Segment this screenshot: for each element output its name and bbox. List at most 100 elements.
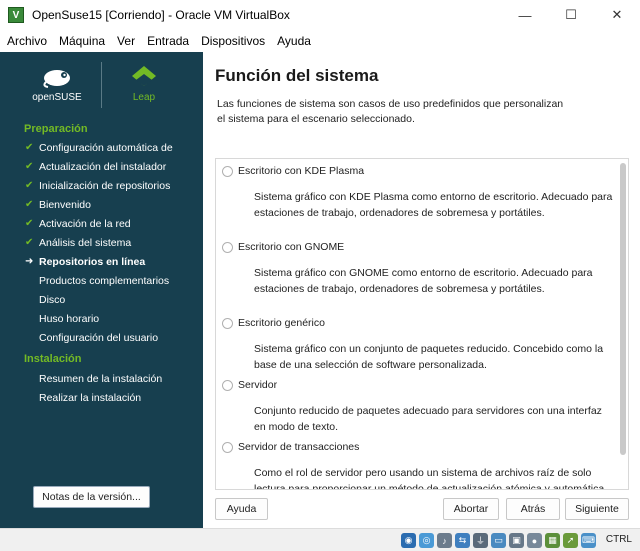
- step-item: Productos complementarios: [0, 271, 203, 290]
- menubar: Archivo Máquina Ver Entrada Dispositivos…: [0, 30, 640, 52]
- host-key-label: CTRL: [605, 534, 632, 545]
- main-panel: Función del sistema Las funciones de sis…: [203, 52, 640, 528]
- role-option[interactable]: Servidor Conjunto reducido de paquetes a…: [222, 377, 612, 435]
- arrow-right-icon: ➜: [25, 256, 34, 267]
- step-item: ✔ Actualización del instalador: [0, 157, 203, 176]
- release-notes-button[interactable]: Notas de la versión...: [33, 486, 150, 508]
- maximize-button[interactable]: ☐: [548, 0, 594, 30]
- step-item: ✔ Análisis del sistema: [0, 233, 203, 252]
- network-icon[interactable]: ⇆: [455, 533, 470, 548]
- check-icon: ✔: [25, 237, 34, 248]
- role-option[interactable]: Escritorio con GNOME Sistema gráfico con…: [222, 239, 612, 297]
- role-name: Escritorio con KDE Plasma: [238, 165, 365, 177]
- step-label: Bienvenido: [39, 198, 91, 211]
- step-label: Inicialización de repositorios: [39, 179, 171, 192]
- logo-separator: [101, 62, 102, 108]
- help-button[interactable]: Ayuda: [215, 498, 268, 520]
- role-description: Como el rol de servidor pero usando un s…: [254, 467, 605, 490]
- check-icon: ✔: [25, 180, 34, 191]
- step-item: ✔ Activación de la red: [0, 214, 203, 233]
- role-name: Escritorio genérico: [238, 317, 325, 329]
- check-icon: ✔: [25, 199, 34, 210]
- radio-button[interactable]: [222, 441, 233, 453]
- window-controls: — ☐ ✕: [502, 0, 640, 30]
- step-label: Resumen de la instalación: [39, 372, 163, 385]
- back-button[interactable]: Atrás: [506, 498, 560, 520]
- next-button[interactable]: Siguiente: [565, 498, 629, 520]
- status-icons: ◉ ◎ ♪ ⇆ ⏚ ▭ ▣ ● ▦ ➚ ⌨: [401, 533, 596, 548]
- role-name: Servidor de transacciones: [238, 441, 360, 453]
- menu-ver[interactable]: Ver: [111, 30, 141, 52]
- step-item: Configuración del usuario: [0, 328, 203, 347]
- menu-ayuda[interactable]: Ayuda: [271, 30, 317, 52]
- vm-screen[interactable]: openSUSE Leap Preparación ✔ Configuración…: [0, 52, 640, 528]
- radio-button[interactable]: [222, 317, 233, 329]
- menu-maquina[interactable]: Máquina: [53, 30, 111, 52]
- role-option[interactable]: Escritorio con KDE Plasma Sistema gráfic…: [222, 163, 612, 221]
- menu-entrada[interactable]: Entrada: [141, 30, 195, 52]
- keyboard-icon[interactable]: ⌨: [581, 533, 596, 548]
- intro-text: Las funciones de sistema son casos de us…: [217, 98, 564, 125]
- step-label: Huso horario: [39, 312, 100, 325]
- step-label: Disco: [39, 293, 66, 306]
- step-label: Realizar la instalación: [39, 391, 142, 404]
- step-item: ✔ Bienvenido: [0, 195, 203, 214]
- mouse-integration-icon[interactable]: ➚: [563, 533, 578, 548]
- step-label: Repositorios en línea: [39, 255, 146, 268]
- menu-dispositivos[interactable]: Dispositivos: [195, 30, 271, 52]
- radio-button[interactable]: [222, 241, 233, 253]
- vbox-statusbar: ◉ ◎ ♪ ⇆ ⏚ ▭ ▣ ● ▦ ➚ ⌨ CTRL: [0, 528, 640, 551]
- role-option[interactable]: Servidor de transacciones Como el rol de…: [222, 439, 612, 490]
- role-name: Escritorio con GNOME: [238, 241, 345, 253]
- step-label: Configuración automática de: [39, 141, 173, 154]
- radio-button[interactable]: [222, 165, 233, 177]
- logo-row: openSUSE Leap: [0, 60, 203, 108]
- check-icon: ✔: [25, 142, 34, 153]
- optical-drive-icon[interactable]: ◎: [419, 533, 434, 548]
- shared-folders-icon[interactable]: ▭: [491, 533, 506, 548]
- check-icon: ✔: [25, 218, 34, 229]
- window-titlebar: V OpenSuse15 [Corriendo] - Oracle VM Vir…: [0, 0, 640, 30]
- opensuse-logo-text: openSUSE: [32, 92, 82, 103]
- step-label: Productos complementarios: [39, 274, 170, 287]
- step-item: ✔ Inicialización de repositorios: [0, 176, 203, 195]
- usb-icon[interactable]: ⏚: [473, 533, 488, 548]
- role-name: Servidor: [238, 379, 278, 391]
- step-item: Resumen de la instalación: [0, 369, 203, 388]
- minimize-button[interactable]: —: [502, 0, 548, 30]
- section-instalacion: Instalación: [24, 353, 82, 365]
- window-title: OpenSuse15 [Corriendo] - Oracle VM Virtu…: [32, 8, 290, 22]
- page-title: Función del sistema: [215, 66, 379, 85]
- section-preparacion: Preparación: [24, 123, 88, 135]
- hard-disk-icon[interactable]: ◉: [401, 533, 416, 548]
- step-item-current: ➜ Repositorios en línea: [0, 252, 203, 271]
- role-description: Sistema gráfico con un conjunto de paque…: [254, 343, 604, 371]
- radio-button[interactable]: [222, 379, 233, 391]
- step-item: ✔ Configuración automática de: [0, 138, 203, 157]
- menu-archivo[interactable]: Archivo: [0, 30, 53, 52]
- role-description: Sistema gráfico con GNOME como entorno d…: [254, 267, 593, 295]
- recording-icon[interactable]: ●: [527, 533, 542, 548]
- step-item: Realizar la instalación: [0, 388, 203, 407]
- role-description: Conjunto reducido de paquetes adecuado p…: [254, 405, 602, 433]
- step-item: Disco: [0, 290, 203, 309]
- installer-sidebar: openSUSE Leap Preparación ✔ Configuración…: [0, 52, 203, 528]
- leap-logo-text: Leap: [133, 92, 156, 103]
- display-icon[interactable]: ▣: [509, 533, 524, 548]
- step-item: Huso horario: [0, 309, 203, 328]
- step-label: Activación de la red: [39, 217, 131, 230]
- step-label: Actualización del instalador: [39, 160, 167, 173]
- opensuse-logo: openSUSE: [26, 64, 88, 106]
- list-scrollbar[interactable]: [620, 163, 626, 455]
- step-label: Configuración del usuario: [39, 331, 159, 344]
- role-option[interactable]: Escritorio genérico Sistema gráfico con …: [222, 315, 612, 373]
- abort-button[interactable]: Abortar: [443, 498, 499, 520]
- cpu-icon[interactable]: ▦: [545, 533, 560, 548]
- step-label: Análisis del sistema: [39, 236, 132, 249]
- role-description: Sistema gráfico con KDE Plasma como ento…: [254, 191, 613, 219]
- check-icon: ✔: [25, 161, 34, 172]
- virtualbox-app-icon: V: [8, 7, 24, 23]
- close-button[interactable]: ✕: [594, 0, 640, 30]
- audio-icon[interactable]: ♪: [437, 533, 452, 548]
- leap-logo: Leap: [124, 64, 164, 106]
